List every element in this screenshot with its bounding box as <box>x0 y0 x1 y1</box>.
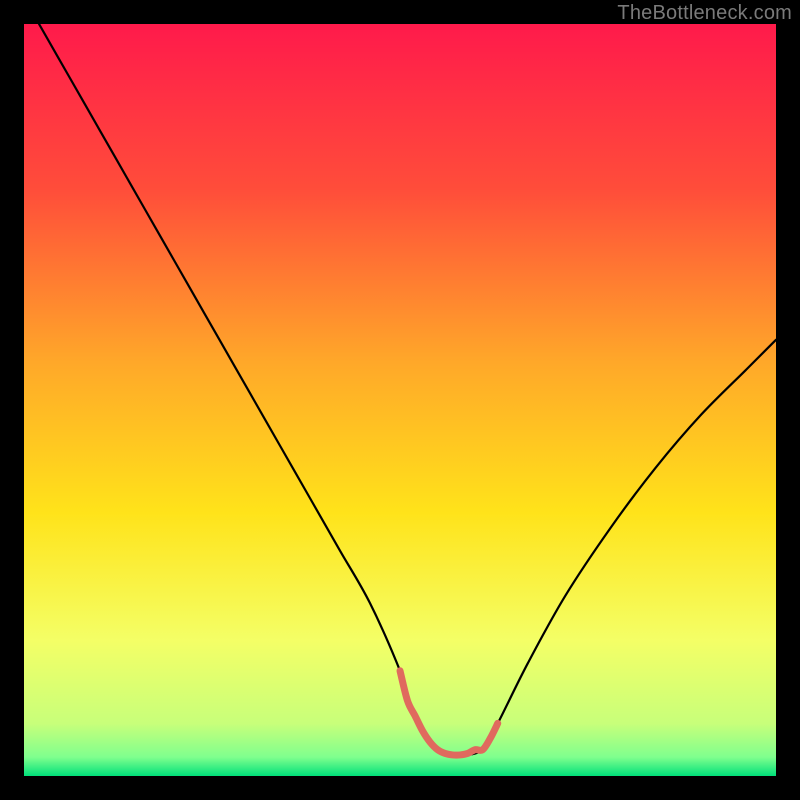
bottleneck-chart <box>24 24 776 776</box>
chart-frame <box>24 24 776 776</box>
watermark-text: TheBottleneck.com <box>617 2 792 25</box>
gradient-background <box>24 24 776 776</box>
